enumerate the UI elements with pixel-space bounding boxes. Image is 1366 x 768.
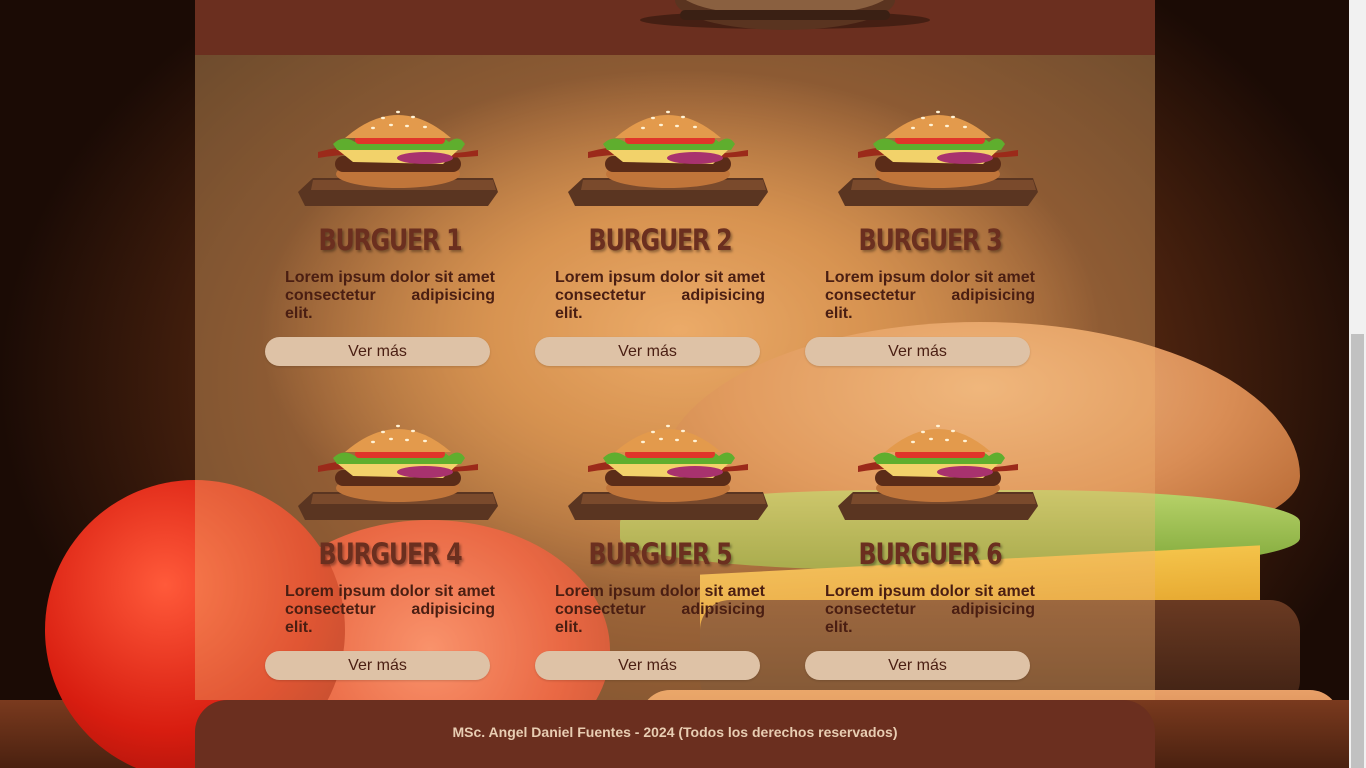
burger-icon	[838, 424, 1038, 520]
ver-mas-button[interactable]: Ver más	[265, 337, 490, 366]
product-title: BURGUER 1	[318, 223, 463, 257]
header-burger-icon	[640, 0, 930, 30]
product-card-2: BURGUER 2 Lorem ipsum dolor sit amet con…	[535, 55, 768, 366]
product-card-6: BURGUER 6 Lorem ipsum dolor sit amet con…	[805, 369, 1038, 680]
burger-icon	[838, 110, 1038, 206]
product-description: Lorem ipsum dolor sit amet consectetur a…	[555, 583, 765, 636]
ver-mas-button[interactable]: Ver más	[535, 651, 760, 680]
footer-copyright: MSc. Angel Daniel Fuentes - 2024 (Todos …	[452, 724, 898, 740]
burger-icon	[298, 424, 498, 520]
product-description: Lorem ipsum dolor sit amet consectetur a…	[285, 583, 495, 636]
footer: MSc. Angel Daniel Fuentes - 2024 (Todos …	[195, 700, 1155, 768]
product-card-4: BURGUER 4 Lorem ipsum dolor sit amet con…	[265, 369, 498, 680]
product-description: Lorem ipsum dolor sit amet consectetur a…	[825, 269, 1035, 322]
product-grid: BURGUER 1 Lorem ipsum dolor sit amet con…	[195, 55, 1155, 700]
burger-icon	[568, 424, 768, 520]
product-title: BURGUER 5	[588, 537, 733, 571]
product-title: BURGUER 4	[318, 537, 463, 571]
product-description: Lorem ipsum dolor sit amet consectetur a…	[285, 269, 495, 322]
scrollbar[interactable]	[1349, 0, 1366, 768]
ver-mas-button[interactable]: Ver más	[535, 337, 760, 366]
product-description: Lorem ipsum dolor sit amet consectetur a…	[555, 269, 765, 322]
burger-icon	[298, 110, 498, 206]
product-title: BURGUER 6	[858, 537, 1003, 571]
ver-mas-button[interactable]: Ver más	[805, 651, 1030, 680]
page-container: BURGUER 1 Lorem ipsum dolor sit amet con…	[195, 0, 1155, 768]
scrollbar-thumb[interactable]	[1351, 334, 1364, 768]
ver-mas-button[interactable]: Ver más	[805, 337, 1030, 366]
product-card-1: BURGUER 1 Lorem ipsum dolor sit amet con…	[265, 55, 498, 366]
product-description: Lorem ipsum dolor sit amet consectetur a…	[825, 583, 1035, 636]
burger-icon	[568, 110, 768, 206]
product-card-5: BURGUER 5 Lorem ipsum dolor sit amet con…	[535, 369, 768, 680]
product-title: BURGUER 3	[858, 223, 1003, 257]
product-card-3: BURGUER 3 Lorem ipsum dolor sit amet con…	[805, 55, 1038, 366]
product-title: BURGUER 2	[588, 223, 733, 257]
ver-mas-button[interactable]: Ver más	[265, 651, 490, 680]
header	[195, 0, 1155, 55]
